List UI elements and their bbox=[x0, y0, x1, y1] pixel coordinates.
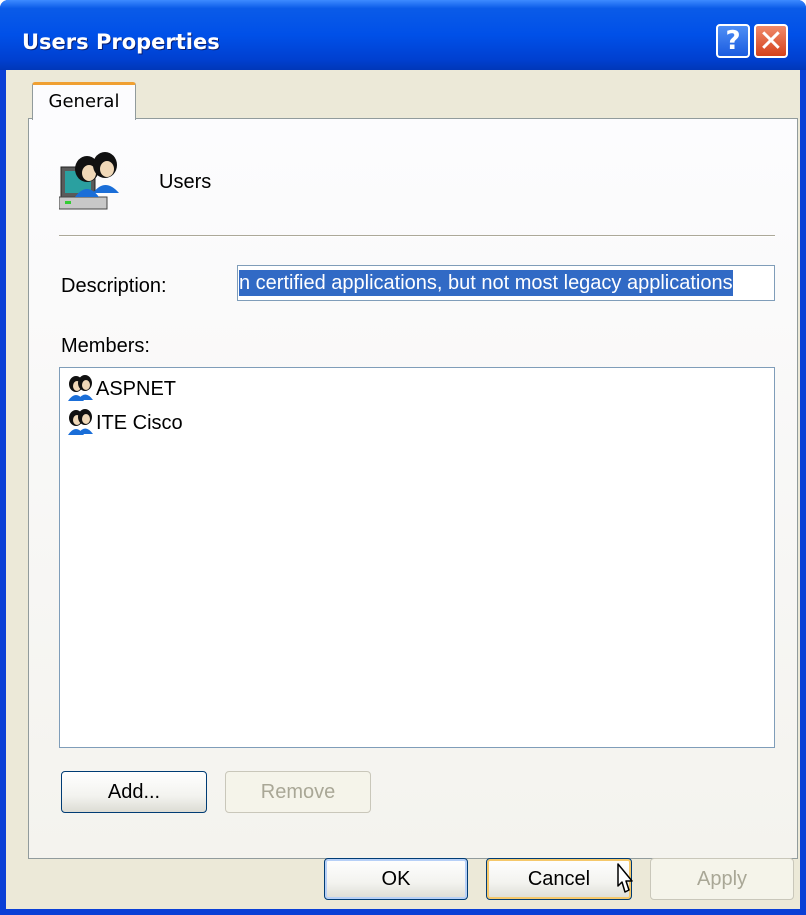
description-field[interactable]: n certified applications, but not most l… bbox=[237, 265, 775, 301]
user-group-icon bbox=[59, 152, 119, 210]
list-item[interactable]: ASPNET bbox=[66, 372, 768, 406]
cancel-button[interactable]: Cancel bbox=[486, 858, 632, 900]
help-icon: ? bbox=[725, 26, 741, 56]
ok-button[interactable]: OK bbox=[324, 858, 468, 900]
users-properties-dialog: Users Properties ? ✕ General Users Descr… bbox=[0, 0, 806, 915]
members-label: Members: bbox=[61, 335, 150, 357]
members-list[interactable]: ASPNET ITE Cisco bbox=[59, 367, 775, 748]
general-tab-panel: Users Description: n certified applicati… bbox=[28, 118, 798, 859]
user-icon bbox=[68, 409, 93, 435]
add-button[interactable]: Add... bbox=[61, 771, 207, 813]
description-selected-text: n certified applications, but not most l… bbox=[239, 270, 733, 296]
separator bbox=[59, 235, 775, 237]
window-title: Users Properties bbox=[22, 30, 220, 54]
list-item[interactable]: ITE Cisco bbox=[66, 406, 768, 440]
member-name: ITE Cisco bbox=[96, 411, 183, 434]
remove-button[interactable]: Remove bbox=[225, 771, 371, 813]
help-button[interactable]: ? bbox=[716, 24, 750, 58]
close-button[interactable]: ✕ bbox=[754, 23, 788, 59]
close-icon: ✕ bbox=[758, 23, 784, 59]
description-label: Description: bbox=[61, 275, 167, 297]
user-icon bbox=[68, 375, 93, 401]
group-name: Users bbox=[159, 171, 212, 193]
title-bar[interactable]: Users Properties ? ✕ bbox=[0, 0, 806, 70]
tab-general[interactable]: General bbox=[32, 82, 136, 120]
mouse-pointer-icon bbox=[617, 863, 633, 893]
member-name: ASPNET bbox=[96, 377, 177, 400]
apply-button[interactable]: Apply bbox=[650, 858, 794, 900]
